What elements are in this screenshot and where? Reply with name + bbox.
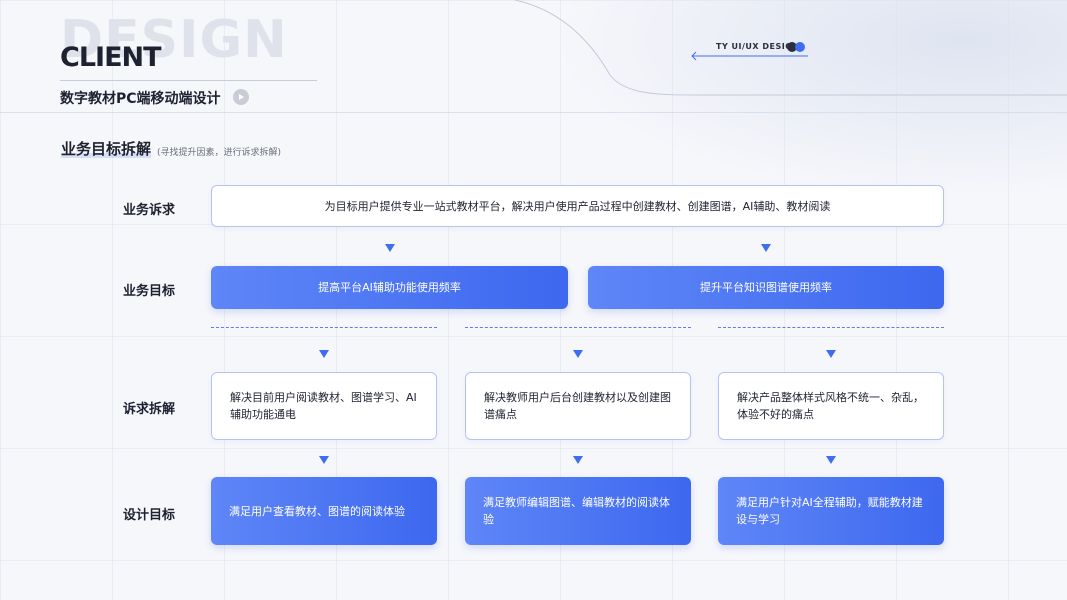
breakdown-box: 解决产品整体样式风格不统一、杂乱，体验不好的痛点 [718, 372, 944, 440]
play-button[interactable] [233, 89, 249, 105]
breakdown-text: 解决教师用户后台创建教材以及创建图谱痛点 [484, 391, 671, 421]
arrow-left-icon [691, 51, 808, 61]
row-label-goal: 业务目标 [123, 284, 176, 299]
dashed-divider [718, 327, 944, 328]
design-goal-box: 满足用户针对AI全程辅助，赋能教材建设与学习 [718, 477, 944, 545]
row-label-demand: 业务诉求 [123, 203, 176, 218]
triangle-down-icon [573, 456, 583, 464]
design-goal-box: 满足用户查看教材、图谱的阅读体验 [211, 477, 437, 545]
goal-text: 提高平台AI辅助功能使用频率 [318, 281, 461, 294]
triangle-down-icon [826, 456, 836, 464]
dashed-divider [465, 327, 691, 328]
triangle-down-icon [385, 244, 395, 252]
title-divider [60, 80, 317, 81]
demand-text: 为目标用户提供专业一站式教材平台，解决用户使用产品过程中创建教材、创建图谱，AI… [324, 199, 831, 213]
dashed-divider [211, 327, 437, 328]
goal-text: 提升平台知识图谱使用频率 [700, 281, 832, 294]
row-label-design: 设计目标 [123, 508, 176, 523]
goal-box: 提高平台AI辅助功能使用频率 [211, 266, 568, 309]
page-subtitle: 数字教材PC端移动端设计 [60, 91, 221, 107]
demand-box: 为目标用户提供专业一站式教材平台，解决用户使用产品过程中创建教材、创建图谱，AI… [211, 185, 944, 227]
breakdown-text: 解决目前用户阅读教材、图谱学习、AI辅助功能通电 [230, 391, 417, 421]
breakdown-text: 解决产品整体样式风格不统一、杂乱，体验不好的痛点 [737, 391, 924, 421]
design-goal-text: 满足用户针对AI全程辅助，赋能教材建设与学习 [736, 496, 923, 526]
triangle-down-icon [761, 244, 771, 252]
section-title: 业务目标拆解 [61, 140, 152, 158]
play-icon [239, 94, 244, 100]
client-title: CLIENT [60, 42, 162, 73]
row-label-breakdown: 诉求拆解 [123, 402, 176, 417]
triangle-down-icon [573, 350, 583, 358]
triangle-down-icon [319, 456, 329, 464]
section-note: (寻找提升因素，进行诉求拆解) [157, 148, 282, 158]
triangle-down-icon [319, 350, 329, 358]
triangle-down-icon [826, 350, 836, 358]
breakdown-box: 解决教师用户后台创建教材以及创建图谱痛点 [465, 372, 691, 440]
breakdown-box: 解决目前用户阅读教材、图谱学习、AI辅助功能通电 [211, 372, 437, 440]
design-goal-box: 满足教师编辑图谱、编辑教材的阅读体验 [465, 477, 691, 545]
goal-box: 提升平台知识图谱使用频率 [588, 266, 944, 309]
design-goal-text: 满足用户查看教材、图谱的阅读体验 [229, 504, 405, 518]
design-goal-text: 满足教师编辑图谱、编辑教材的阅读体验 [483, 496, 670, 526]
